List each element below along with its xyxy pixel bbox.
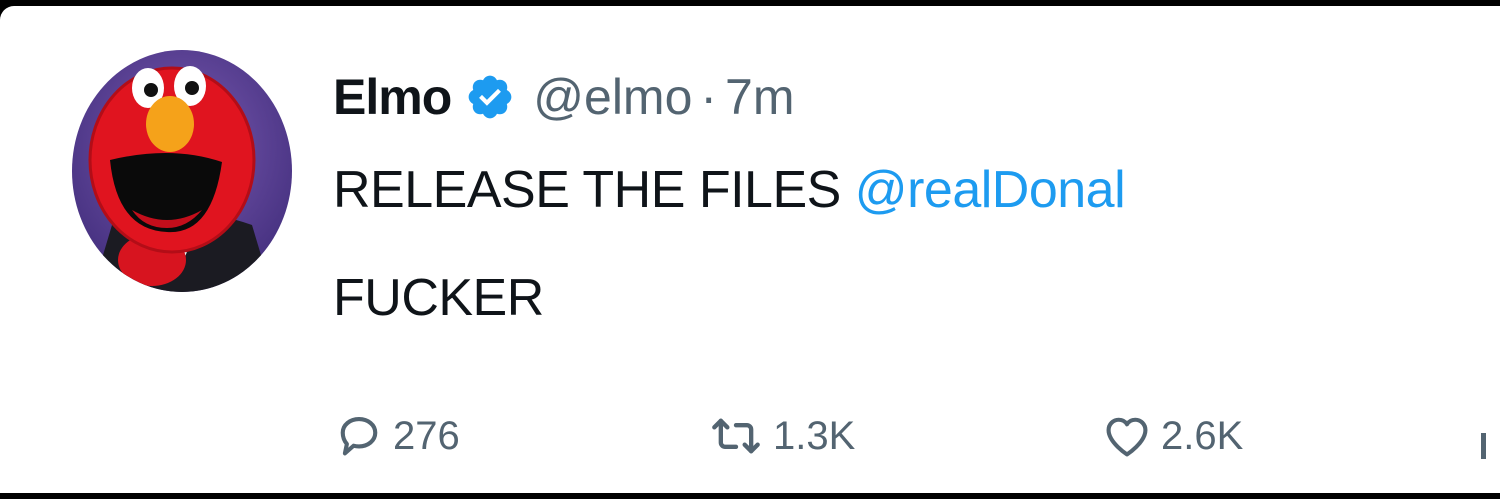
handle[interactable]: @elmo xyxy=(533,68,692,126)
tweet-header: Elmo @elmo · 7m xyxy=(333,62,795,132)
retweet-button[interactable]: 1.3K xyxy=(707,401,855,471)
separator-dot: · xyxy=(700,69,718,125)
tweet-text-line-2: FUCKER xyxy=(333,269,544,327)
share-icon[interactable] xyxy=(1481,423,1487,459)
heart-icon xyxy=(1106,417,1148,457)
like-button[interactable]: 2.6K xyxy=(1101,401,1243,471)
mention-link[interactable]: @realDonal xyxy=(855,161,1126,219)
elmo-avatar-image xyxy=(72,50,292,292)
tweet-text: RELEASE THE FILES xyxy=(333,161,855,219)
avatar[interactable] xyxy=(72,50,292,292)
tweet-text-line-1: RELEASE THE FILES @realDonal xyxy=(333,160,1126,220)
retweet-count: 1.3K xyxy=(773,413,856,458)
action-bar: 276 1.3K 2.6K xyxy=(333,401,1500,471)
reply-button[interactable]: 276 xyxy=(333,401,460,471)
reply-count: 276 xyxy=(393,413,460,458)
tweet-card[interactable]: Elmo @elmo · 7m RELEASE THE FILES @realD… xyxy=(0,6,1500,493)
like-count: 2.6K xyxy=(1161,413,1244,458)
display-name[interactable]: Elmo xyxy=(333,68,452,126)
reply-icon xyxy=(340,417,378,456)
verified-badge-icon[interactable] xyxy=(465,72,515,122)
retweet-icon xyxy=(712,418,760,454)
timestamp[interactable]: 7m xyxy=(725,68,794,126)
